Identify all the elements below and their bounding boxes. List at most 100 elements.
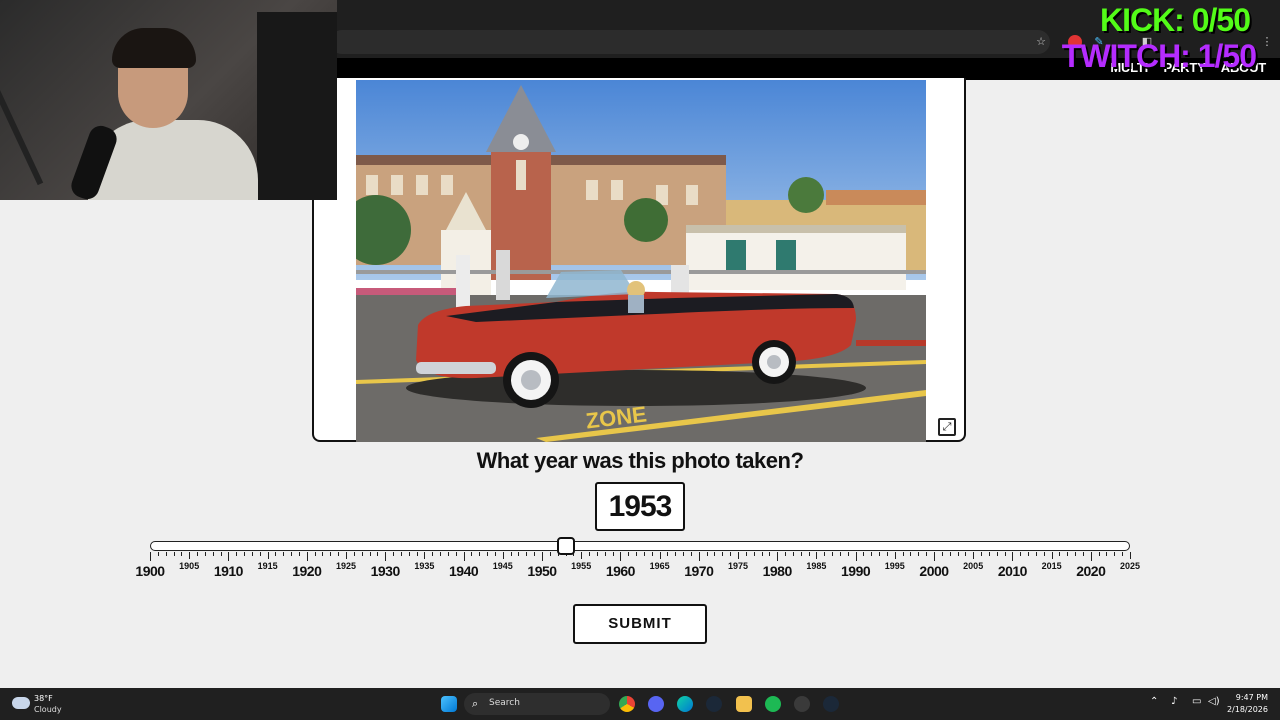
slider-tick xyxy=(981,552,983,556)
weather-condition[interactable]: Cloudy xyxy=(34,705,62,714)
slider-tick xyxy=(730,552,732,556)
slider-tick-label: 1950 xyxy=(527,563,557,579)
slider-tick xyxy=(283,552,285,556)
slider-tick xyxy=(832,552,834,556)
slider-tick xyxy=(353,552,355,556)
slider-tick xyxy=(1075,552,1077,556)
slider-tick xyxy=(361,552,363,556)
slider-tick xyxy=(957,552,959,556)
slider-tick xyxy=(275,552,277,556)
slider-tick-label: 2010 xyxy=(997,563,1028,579)
slider-tick-label: 1915 xyxy=(257,561,278,571)
slider-tick xyxy=(973,552,975,559)
slider-tick-label: 1935 xyxy=(414,561,435,571)
slider-tick xyxy=(902,552,904,556)
slider-tick xyxy=(455,552,457,556)
slider-tick xyxy=(706,552,708,556)
weather-temperature[interactable]: 38°F xyxy=(34,694,53,703)
submit-button[interactable]: SUBMIT xyxy=(573,604,707,644)
slider-tick xyxy=(745,552,747,556)
slider-tick xyxy=(824,552,826,556)
slider-tick xyxy=(416,552,418,556)
slider-tick-label: 1965 xyxy=(649,561,670,571)
slider-tick xyxy=(879,552,881,556)
slider-tick xyxy=(447,552,449,556)
network-icon[interactable]: ▭ xyxy=(1192,696,1201,707)
slider-tick xyxy=(1028,552,1030,556)
slider-tick xyxy=(839,552,841,556)
slider-tick xyxy=(440,552,442,556)
taskbar: 38°F Cloudy ⌕ Search ⌃ ♪ ▭ ◁) 9:47 PM 2/… xyxy=(0,688,1280,720)
slider-tick xyxy=(847,552,849,556)
slider-tick xyxy=(675,552,677,556)
twitch-counter: TWITCH: 1/50 xyxy=(1061,38,1257,74)
guess-photo: ZONE xyxy=(356,80,926,442)
search-icon: ⌕ xyxy=(472,697,479,710)
slider-tick xyxy=(589,552,591,556)
volume-icon[interactable]: ◁) xyxy=(1208,696,1220,707)
slider-tick xyxy=(251,552,253,556)
steam-icon[interactable] xyxy=(823,696,839,712)
year-slider-labels: 1900 1910 1920 1930 1940 1950 1960 1970 1980 1990… xyxy=(135,560,1140,582)
slider-tick xyxy=(510,552,512,556)
slider-tick xyxy=(910,552,912,556)
edge-icon[interactable] xyxy=(677,696,693,712)
slider-tick xyxy=(471,552,473,556)
slider-tick xyxy=(965,552,967,556)
slider-tick xyxy=(753,552,755,556)
slider-tick xyxy=(204,552,206,556)
slider-tick xyxy=(1043,552,1045,556)
slider-tick xyxy=(926,552,928,556)
slider-tick xyxy=(346,552,347,559)
year-slider-track[interactable] xyxy=(150,541,1130,551)
mic-arm xyxy=(0,64,44,186)
folder-icon[interactable] xyxy=(736,696,752,712)
windows-start-icon[interactable] xyxy=(441,696,457,712)
slider-tick-label: 2000 xyxy=(919,563,949,579)
app-icon[interactable] xyxy=(794,696,810,712)
chevron-up-icon[interactable]: ⌃ xyxy=(1150,696,1158,707)
slider-tick xyxy=(173,552,175,556)
slider-tick xyxy=(330,552,332,556)
microphone-icon[interactable]: ♪ xyxy=(1171,696,1177,707)
slider-tick xyxy=(236,552,238,556)
slider-tick xyxy=(996,552,998,556)
slider-tick xyxy=(1004,552,1006,556)
year-slider-thumb[interactable] xyxy=(556,537,575,555)
slider-tick xyxy=(424,552,426,559)
slider-tick xyxy=(941,552,943,556)
selected-year-display: 1953 xyxy=(595,482,685,531)
clock-date[interactable]: 2/18/2026 xyxy=(1227,705,1268,714)
slider-tick-label: 1945 xyxy=(492,561,513,571)
steam-icon[interactable] xyxy=(706,696,722,712)
slider-tick xyxy=(408,552,410,556)
slider-tick xyxy=(1082,552,1084,556)
slider-tick xyxy=(189,552,191,559)
slider-tick xyxy=(220,552,222,556)
slider-tick xyxy=(267,552,269,559)
slider-tick-label: 1920 xyxy=(292,563,322,579)
address-bar[interactable] xyxy=(330,30,1050,54)
slider-tick xyxy=(197,552,199,556)
slider-tick xyxy=(1098,552,1100,556)
slider-tick xyxy=(894,552,896,559)
slider-tick-label: 2015 xyxy=(1041,561,1062,571)
webcam-overlay xyxy=(0,0,337,200)
slider-tick xyxy=(432,552,434,556)
clock-time[interactable]: 9:47 PM xyxy=(1236,693,1268,702)
discord-icon[interactable] xyxy=(648,696,664,712)
slider-tick xyxy=(526,552,528,556)
background-shelf xyxy=(257,12,337,200)
slider-tick xyxy=(534,552,536,556)
chrome-icon[interactable] xyxy=(619,696,635,712)
slider-tick-label: 1970 xyxy=(684,563,714,579)
fullscreen-icon[interactable]: ⤢ xyxy=(938,418,956,436)
cloud-icon[interactable] xyxy=(12,697,30,709)
slider-tick xyxy=(165,552,167,556)
slider-tick-label: 1995 xyxy=(884,561,905,571)
bookmark-star-icon[interactable]: ☆ xyxy=(1034,35,1048,49)
slider-tick xyxy=(816,552,818,559)
spotify-icon[interactable] xyxy=(765,696,781,712)
taskbar-search[interactable]: ⌕ Search xyxy=(464,693,610,715)
browser-menu-icon[interactable]: ⋮ xyxy=(1260,35,1274,49)
